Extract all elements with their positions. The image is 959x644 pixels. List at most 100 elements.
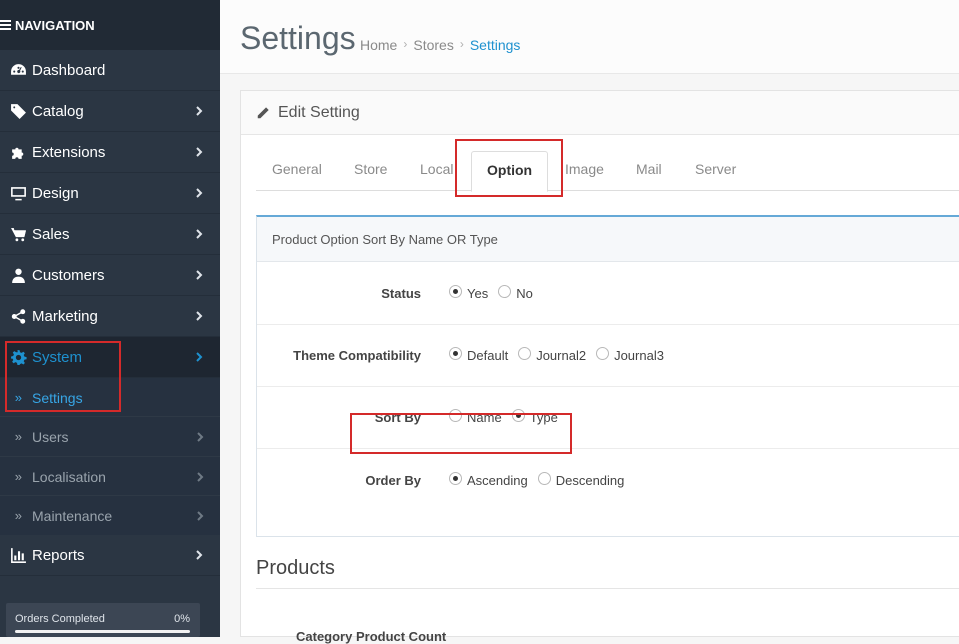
breadcrumb-settings[interactable]: Settings <box>470 37 521 53</box>
panel-title: Edit Setting <box>278 103 360 121</box>
chevron-right-icon <box>194 509 206 525</box>
sort-option-panel: Product Option Sort By Name OR Type Stat… <box>256 215 959 537</box>
sidebar-item-label: Customers <box>32 266 105 284</box>
theme-compatibility-options: Default Journal2 Journal3 <box>449 325 674 386</box>
order-by-descending-radio[interactable]: Descending <box>537 471 624 488</box>
nav-header-label: NAVIGATION <box>15 17 95 33</box>
bar-chart-icon <box>0 547 32 564</box>
double-chevron-icon: » <box>14 508 22 523</box>
sidebar-item-dashboard[interactable]: Dashboard <box>0 50 220 91</box>
chevron-right-icon <box>192 350 206 364</box>
sidebar-item-label: Catalog <box>32 102 84 120</box>
panel-heading: Edit Setting <box>241 91 959 135</box>
nav-header[interactable]: NAVIGATION <box>0 0 220 50</box>
edit-setting-panel: Edit Setting General Store Local Option … <box>240 90 959 644</box>
sort-by-options: Name Type <box>449 387 568 448</box>
sidebar-item-label: Marketing <box>32 307 98 325</box>
theme-journal2-radio[interactable]: Journal2 <box>518 347 586 363</box>
sidebar-item-label: Reports <box>32 546 85 564</box>
share-icon <box>0 308 32 325</box>
desktop-icon <box>0 185 32 202</box>
tab-option[interactable]: Option <box>471 151 549 192</box>
sidebar-item-label: Dashboard <box>32 61 106 79</box>
chevron-right-icon <box>194 430 206 446</box>
sort-by-name-radio[interactable]: Name <box>449 409 502 425</box>
order-by-label: Order By <box>365 472 421 488</box>
status-yes-radio[interactable]: Yes <box>449 285 488 301</box>
submenu-item-localisation[interactable]: » Localisation <box>0 457 220 496</box>
double-chevron-icon: » <box>14 390 22 405</box>
sort-by-row: Sort By Name Type <box>257 387 959 449</box>
sidebar-item-label: Sales <box>32 225 70 243</box>
sort-option-heading: Product Option Sort By Name OR Type <box>257 217 959 262</box>
orders-completed-label: Orders Completed <box>15 613 105 625</box>
theme-default-radio[interactable]: Default <box>449 347 508 363</box>
breadcrumb-home[interactable]: Home <box>360 37 397 53</box>
status-options: Yes No <box>449 263 543 324</box>
puzzle-icon <box>0 144 32 161</box>
products-divider <box>256 588 959 589</box>
hamburger-icon[interactable] <box>0 18 11 32</box>
submenu-item-label: Settings <box>32 389 83 406</box>
chevron-right-icon <box>192 227 206 241</box>
submenu-item-label: Maintenance <box>32 507 113 524</box>
theme-compatibility-row: Theme Compatibility Default Journal2 Jou… <box>257 325 959 387</box>
sidebar: NAVIGATION Dashboard Catalog Extensions … <box>0 0 220 637</box>
sidebar-item-customers[interactable]: Customers <box>0 255 220 296</box>
sidebar-item-label: Extensions <box>32 143 106 161</box>
sidebar-item-system[interactable]: System <box>0 337 220 378</box>
tab-store[interactable]: Store <box>354 161 387 177</box>
submenu-item-maintenance[interactable]: » Maintenance <box>0 496 220 535</box>
orders-completed-widget: Orders Completed 0% <box>6 603 200 637</box>
user-icon <box>0 267 32 284</box>
order-by-options: Ascending Descending <box>449 449 634 511</box>
sidebar-item-design[interactable]: Design <box>0 173 220 214</box>
status-row: Status Yes No <box>257 263 959 325</box>
sidebar-item-reports[interactable]: Reports <box>0 535 220 576</box>
status-no-radio[interactable]: No <box>498 285 533 301</box>
double-chevron-icon: » <box>14 429 22 444</box>
chevron-right-icon <box>192 145 206 159</box>
theme-journal3-radio[interactable]: Journal3 <box>596 347 664 363</box>
sort-by-label: Sort By <box>374 410 421 425</box>
tab-image[interactable]: Image <box>565 161 604 177</box>
tags-icon <box>0 103 32 120</box>
submenu-item-settings[interactable]: » Settings <box>0 378 220 417</box>
tab-server[interactable]: Server <box>695 161 736 177</box>
breadcrumb-separator-icon: › <box>403 37 408 51</box>
pencil-icon <box>257 106 269 118</box>
submenu-item-users[interactable]: » Users <box>0 417 220 456</box>
status-label: Status <box>381 286 421 301</box>
orders-progress-bar <box>15 630 190 633</box>
submenu-item-label: Users <box>32 428 69 445</box>
chevron-right-icon <box>194 470 206 486</box>
sort-by-type-radio[interactable]: Type <box>511 409 558 425</box>
order-by-ascending-radio[interactable]: Ascending <box>449 471 528 488</box>
sidebar-item-marketing[interactable]: Marketing <box>0 296 220 337</box>
chevron-right-icon <box>192 186 206 200</box>
breadcrumb-stores[interactable]: Stores <box>413 37 453 53</box>
tab-local[interactable]: Local <box>420 161 453 177</box>
tab-general[interactable]: General <box>272 161 322 177</box>
double-chevron-icon: » <box>14 469 22 484</box>
breadcrumb: Home › Stores › Settings <box>360 37 520 53</box>
products-section-title: Products <box>256 557 335 579</box>
dashboard-icon <box>0 62 32 79</box>
page-header: Settings Home › Stores › Settings <box>220 0 959 74</box>
main-content: Settings Home › Stores › Settings Edit S… <box>220 0 959 644</box>
sidebar-item-catalog[interactable]: Catalog <box>0 91 220 132</box>
chevron-right-icon <box>192 104 206 118</box>
breadcrumb-separator-icon: › <box>459 37 464 51</box>
theme-compatibility-label: Theme Compatibility <box>293 348 421 363</box>
tab-mail[interactable]: Mail <box>636 161 662 177</box>
settings-tabs: General Store Local Option Image Mail Se… <box>256 151 959 192</box>
chevron-right-icon <box>192 548 206 562</box>
sidebar-item-label: System <box>32 348 83 366</box>
sidebar-item-label: Design <box>32 184 79 202</box>
orders-completed-value: 0% <box>174 613 190 625</box>
order-by-row: Order By Ascending Descending <box>257 449 959 511</box>
chevron-right-icon <box>192 309 206 323</box>
chevron-right-icon <box>192 268 206 282</box>
sidebar-item-sales[interactable]: Sales <box>0 214 220 255</box>
sidebar-item-extensions[interactable]: Extensions <box>0 132 220 173</box>
